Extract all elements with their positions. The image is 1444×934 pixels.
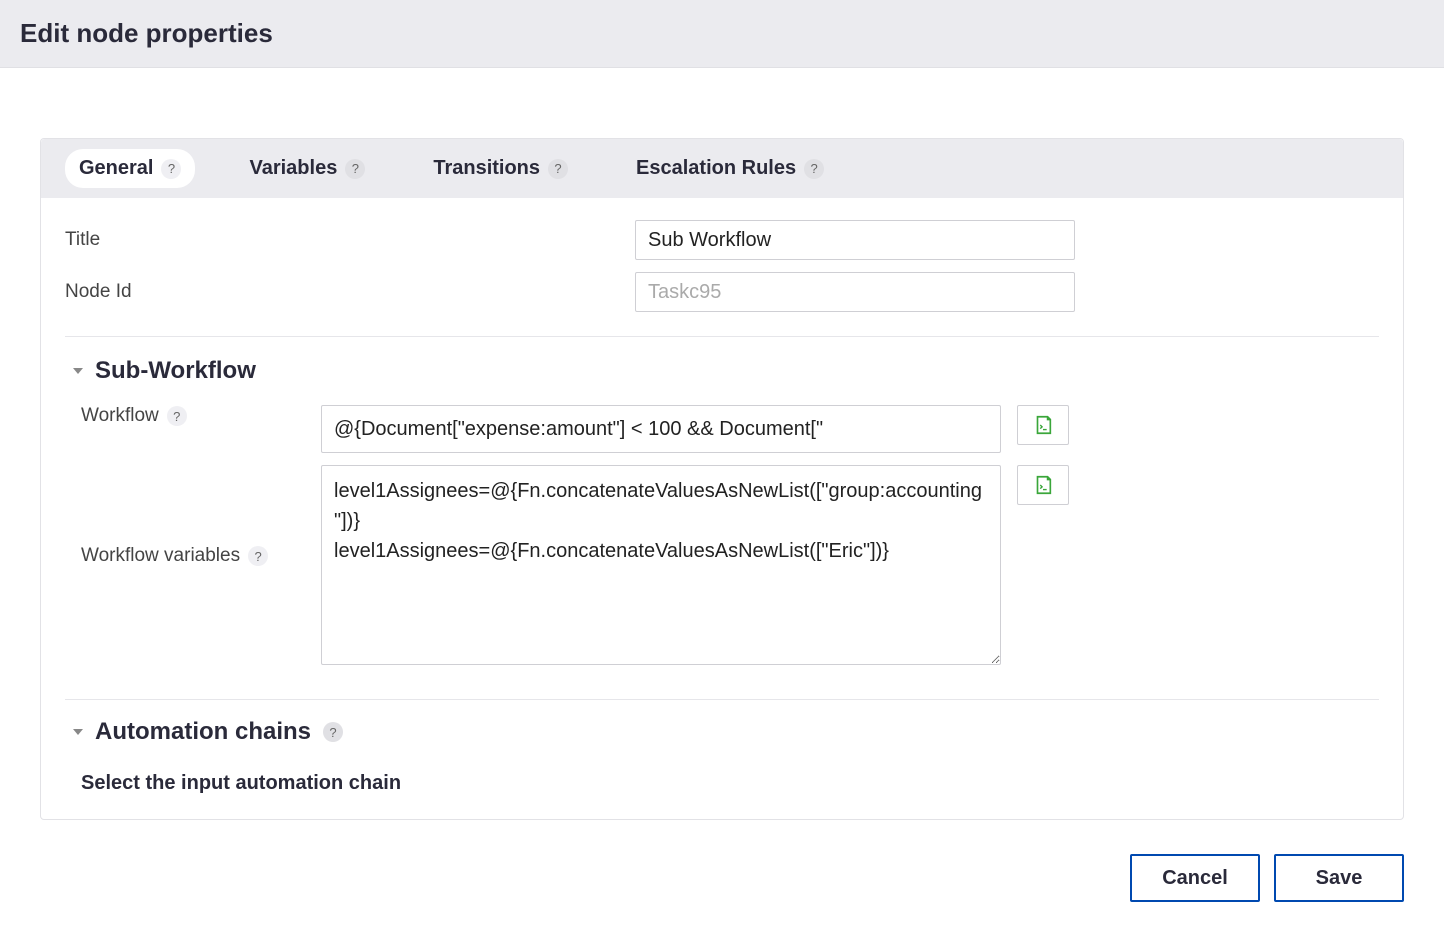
automation-header: Automation chains ? [65, 718, 1379, 760]
subworkflow-title: Sub-Workflow [95, 357, 256, 385]
workflow-vars-row: Workflow variables ? [65, 459, 1379, 671]
caret-down-icon[interactable] [73, 729, 83, 735]
divider [65, 699, 1379, 700]
divider [65, 336, 1379, 337]
automation-title: Automation chains [95, 718, 311, 746]
workflow-vars-field-group [321, 465, 1069, 665]
expression-editor-button[interactable] [1017, 465, 1069, 505]
help-icon[interactable]: ? [323, 722, 343, 742]
tab-transitions[interactable]: Transitions ? [419, 149, 582, 188]
expression-icon [1032, 474, 1054, 496]
help-icon[interactable]: ? [548, 159, 568, 179]
subworkflow-header: Sub-Workflow [65, 357, 1379, 399]
workflow-input[interactable] [321, 405, 1001, 453]
footer-actions: Cancel Save [0, 840, 1444, 932]
tab-escalation-label: Escalation Rules [636, 157, 796, 180]
tab-escalation-rules[interactable]: Escalation Rules ? [622, 149, 838, 188]
workflow-vars-label: Workflow variables ? [81, 465, 309, 567]
save-button[interactable]: Save [1274, 854, 1404, 902]
tab-variables-label: Variables [249, 157, 337, 180]
caret-down-icon[interactable] [73, 368, 83, 374]
dialog-title: Edit node properties [20, 18, 1424, 49]
expression-editor-button[interactable] [1017, 405, 1069, 445]
help-icon[interactable]: ? [345, 159, 365, 179]
automation-hint: Select the input automation chain [65, 760, 1379, 795]
tab-variables[interactable]: Variables ? [235, 149, 379, 188]
workflow-row: Workflow ? [65, 399, 1379, 459]
cancel-button[interactable]: Cancel [1130, 854, 1260, 902]
workflow-vars-label-text: Workflow variables [81, 545, 240, 567]
workflow-label-text: Workflow [81, 405, 159, 427]
dialog-header: Edit node properties [0, 0, 1444, 68]
tab-panel: General ? Variables ? Transitions ? Esca… [40, 138, 1404, 820]
nodeid-label: Node Id [65, 281, 635, 303]
expression-icon [1032, 414, 1054, 436]
title-row: Title [65, 214, 1379, 266]
help-icon[interactable]: ? [161, 159, 181, 179]
panel-body: Title Node Id Sub-Workflow Workflow ? [41, 198, 1403, 819]
workflow-vars-textarea[interactable] [321, 465, 1001, 665]
help-icon[interactable]: ? [804, 159, 824, 179]
tab-transitions-label: Transitions [433, 157, 540, 180]
nodeid-row: Node Id [65, 266, 1379, 318]
workflow-field-group [321, 405, 1069, 453]
workflow-label: Workflow ? [81, 405, 309, 427]
help-icon[interactable]: ? [248, 546, 268, 566]
help-icon[interactable]: ? [167, 406, 187, 426]
tab-general-label: General [79, 157, 153, 180]
tabs-bar: General ? Variables ? Transitions ? Esca… [41, 139, 1403, 198]
nodeid-input [635, 272, 1075, 312]
tab-general[interactable]: General ? [65, 149, 195, 188]
title-label: Title [65, 229, 635, 251]
title-input[interactable] [635, 220, 1075, 260]
content-wrapper: General ? Variables ? Transitions ? Esca… [0, 68, 1444, 840]
